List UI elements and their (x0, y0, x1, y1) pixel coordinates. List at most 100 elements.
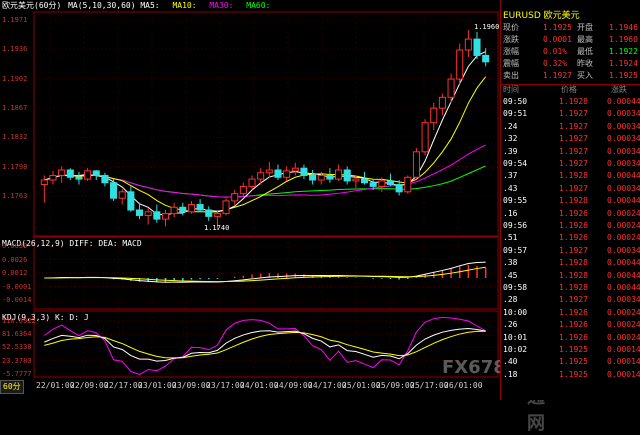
tick-row[interactable]: .40 1.1925 0.00014 (501, 356, 640, 367)
candle-body (161, 213, 170, 220)
quote-value: 1.1925 (543, 23, 572, 32)
candle-body (265, 169, 273, 174)
quote-label: 涨幅 (503, 47, 519, 56)
tick-change: 0.00024 (607, 307, 640, 317)
tick-row[interactable]: .18 1.1925 0.00014 (501, 369, 640, 380)
tick-row[interactable]: 10:00 1.1926 0.00024 (501, 307, 640, 318)
candle-body (369, 182, 377, 187)
kdj-k-line (44, 327, 486, 362)
tick-row[interactable]: 09:54 1.1927 0.00034 (501, 158, 640, 169)
candle-body (118, 191, 126, 199)
tick-price: 1.1927 (559, 183, 588, 193)
tick-change: 0.00044 (607, 196, 640, 206)
quote-row: 涨跌 0.0001 最高 1.1960 (501, 34, 640, 46)
tick-row[interactable]: .37 1.1928 0.00044 (501, 170, 640, 181)
tick-row[interactable]: .28 1.1927 0.00034 (501, 294, 640, 305)
tick-row[interactable]: 10:01 1.1926 0.00024 (501, 332, 640, 343)
kdj-tick-label: 110.5922 (2, 317, 36, 325)
tick-row[interactable]: .45 1.1928 0.00044 (501, 270, 640, 281)
candle-body (335, 169, 343, 180)
kdj-tick-label: 23.3780 (2, 356, 32, 365)
tick-time: 10:01 (503, 332, 528, 342)
tick-change: 0.00024 (607, 320, 640, 330)
tick-price: 1.1926 (559, 307, 588, 317)
tick-time: 09:51 (503, 109, 528, 119)
col-price: 价格 (561, 85, 577, 94)
dea-line (44, 266, 486, 283)
candle-body (352, 178, 360, 182)
candle-body (101, 174, 109, 184)
candle-body (196, 204, 204, 211)
tick-price: 1.1928 (559, 270, 588, 280)
tick-change: 0.00034 (607, 295, 640, 305)
tick-time: .18 (503, 369, 518, 379)
candle-body (447, 78, 455, 98)
tick-row[interactable]: .26 1.1926 0.00024 (501, 319, 640, 330)
tick-row[interactable]: 09:56 1.1926 0.00024 (501, 220, 640, 231)
tick-price: 1.1925 (559, 345, 588, 354)
tick-row[interactable]: .32 1.1927 0.00034 (501, 133, 640, 144)
chart-canvas[interactable] (0, 0, 500, 400)
tick-time: .26 (503, 320, 518, 330)
price-tick-label: 1.1902 (2, 74, 28, 83)
candle-body (179, 206, 187, 213)
tick-row[interactable]: 09:57 1.1927 0.00034 (501, 245, 640, 256)
quote-row: 卖出 1.1927 买入 1.1925 (501, 70, 640, 82)
quote-value: 0.0001 (543, 35, 572, 44)
time-tick-label: 25/01:00 (342, 381, 381, 390)
candle-body (248, 178, 256, 187)
candle-body (213, 213, 221, 217)
price-tick-label: 1.1763 (2, 191, 28, 200)
quote-label: 开盘 (577, 23, 593, 32)
candle-body (309, 174, 317, 181)
tick-time: 09:54 (503, 159, 528, 168)
candle-body (317, 174, 325, 181)
macd-tick-label: -0.0014 (2, 296, 32, 304)
tick-row[interactable]: 09:55 1.1928 0.00044 (501, 195, 640, 206)
candle-body (84, 170, 92, 180)
quote-label: 最高 (577, 35, 593, 44)
candle-body (360, 178, 369, 184)
tick-time: 10:00 (503, 307, 528, 317)
candle-body (464, 38, 472, 51)
tick-row[interactable]: .39 1.1927 0.00034 (501, 146, 640, 157)
candle-body (49, 174, 57, 181)
quote-value: 0.32% (543, 59, 568, 68)
tick-price: 1.1927 (559, 146, 588, 156)
kdj-tick-label: 52.5338 (2, 343, 32, 352)
candle-body (205, 209, 213, 217)
kdj-j-line (44, 316, 486, 376)
quote-label: 昨收 (577, 59, 593, 68)
tick-row[interactable]: .51 1.1926 0.00024 (501, 232, 640, 243)
watermark-logo: FX678 (442, 357, 506, 378)
chart-area[interactable]: 欧元美元(60分) MA(5,10,30,60) MA5: MA10: MA30… (0, 0, 545, 434)
period-tab[interactable]: 60分 (0, 380, 24, 394)
tick-time: 09:57 (503, 245, 528, 255)
tick-change: 0.00014 (607, 345, 640, 354)
candle-body (239, 185, 247, 195)
tick-row[interactable]: .38 1.1928 0.00044 (501, 257, 640, 268)
tick-change: 0.00034 (607, 183, 640, 193)
tick-row[interactable]: .43 1.1927 0.00034 (501, 183, 640, 194)
price-tick-label: 1.1936 (2, 45, 28, 54)
tick-time: .39 (503, 146, 518, 156)
tick-row[interactable]: 09:51 1.1927 0.00034 (501, 108, 640, 119)
tick-row[interactable]: 10:02 1.1925 0.00014 (501, 344, 640, 355)
candle-body (127, 191, 135, 211)
quote-label: 最低 (577, 47, 593, 56)
quote-panel: EURUSD 欧元美元 现价 1.1925 开盘 1.1946 涨跌 0.0001 最高 1.… (500, 0, 640, 400)
col-change: 涨跌 (611, 85, 627, 94)
macd-tick-label: 0.0026 (2, 255, 28, 264)
tick-price: 1.1927 (559, 134, 588, 144)
time-tick-label: 25/17:00 (410, 381, 449, 390)
tick-row[interactable]: .16 1.1926 0.00024 (501, 208, 640, 219)
candle-body (92, 170, 100, 176)
tick-row[interactable]: 09:50 1.1928 0.00044 (501, 96, 640, 107)
tick-row[interactable]: 09:58 1.1928 0.00044 (501, 282, 640, 293)
candle-body (274, 169, 282, 178)
tick-price: 1.1927 (559, 109, 588, 119)
tick-row[interactable]: .24 1.1927 0.00034 (501, 121, 640, 132)
macd-tick-label: 0.0012 (2, 269, 28, 277)
time-tick-label: 23/01:00 (138, 381, 177, 390)
candle-body (170, 206, 178, 215)
